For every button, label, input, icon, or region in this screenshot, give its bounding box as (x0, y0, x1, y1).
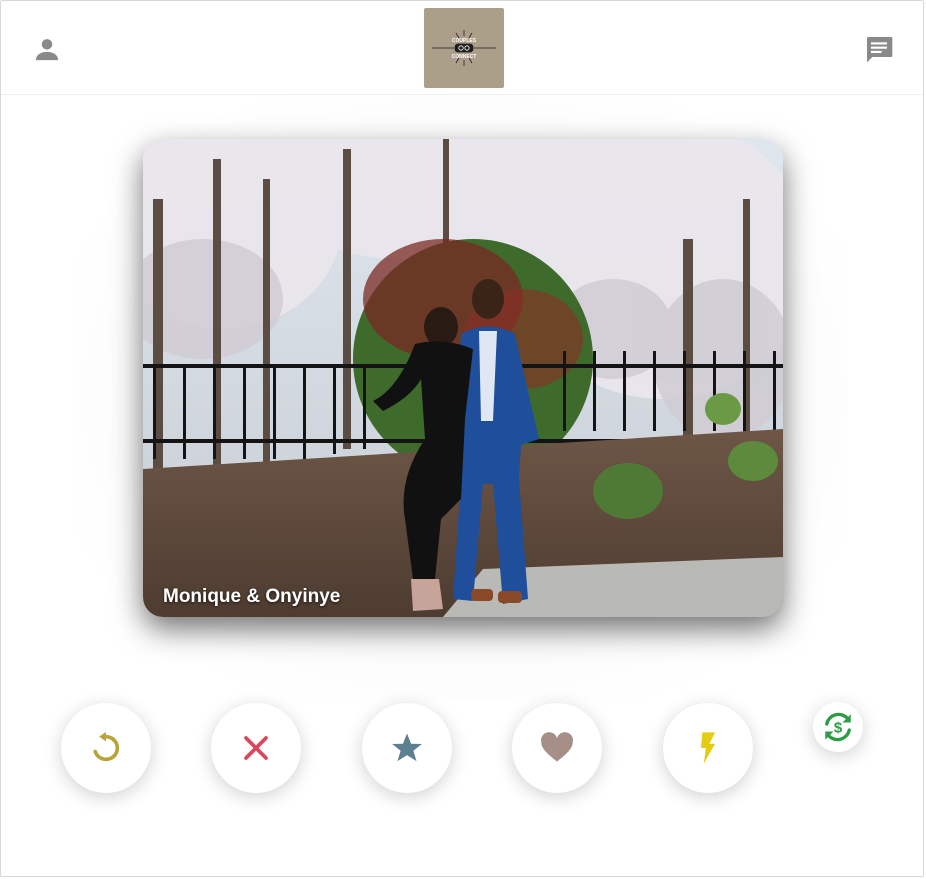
nope-button[interactable] (211, 703, 301, 793)
boost-button[interactable] (663, 703, 753, 793)
top-bar: COUPLES CONNECT (1, 1, 923, 95)
swap-partner-button[interactable]: $ (813, 702, 863, 752)
logo-text-bottom: CONNECT (452, 54, 477, 60)
close-icon (244, 736, 268, 760)
profile-card[interactable]: Monique & Onyinye (143, 139, 783, 617)
svg-text:$: $ (834, 719, 843, 736)
heart-icon (541, 732, 573, 762)
logo-mark: COUPLES CONNECT (432, 30, 496, 66)
star-icon (392, 733, 422, 762)
like-button[interactable] (512, 703, 602, 793)
swap-icon: $ (825, 712, 851, 742)
profile-name: Monique & Onyinye (163, 586, 341, 607)
rewind-button[interactable] (61, 703, 151, 793)
bolt-icon (700, 732, 716, 764)
profile-button[interactable] (29, 31, 65, 67)
super-like-button[interactable] (362, 703, 452, 793)
messages-button[interactable] (860, 31, 898, 67)
rewind-icon (93, 731, 120, 762)
couples-connect-logo[interactable]: COUPLES CONNECT (424, 8, 504, 88)
chat-icon (867, 37, 893, 63)
logo-text-top: COUPLES (452, 38, 477, 44)
couple-photo (143, 139, 783, 617)
person-icon (35, 39, 59, 61)
